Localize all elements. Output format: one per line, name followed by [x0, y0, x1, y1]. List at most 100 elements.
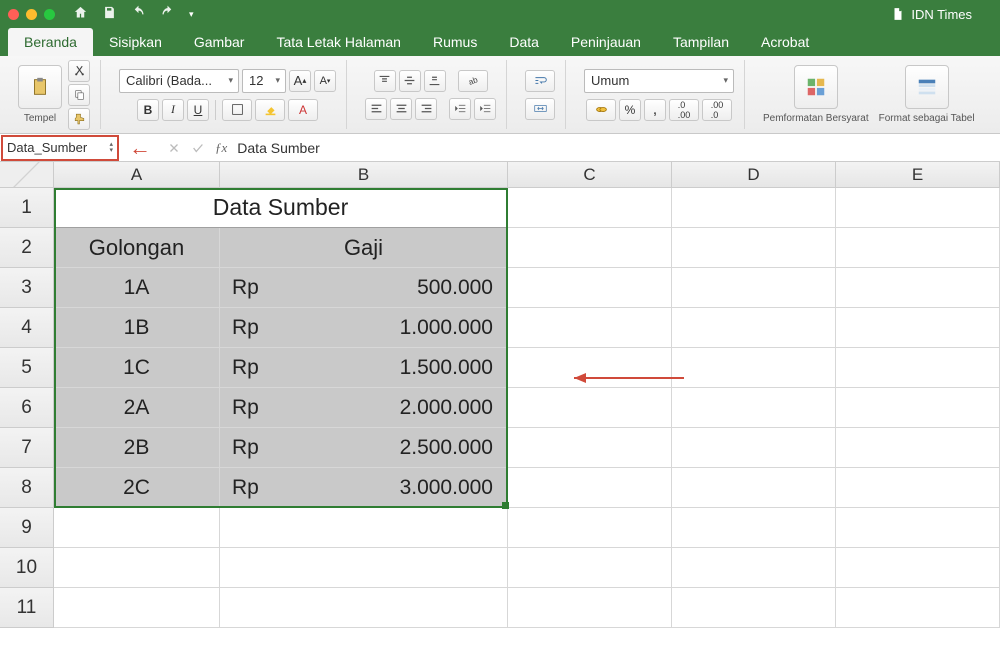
save-icon[interactable]	[102, 5, 117, 23]
row-header-10[interactable]: 10	[0, 548, 54, 588]
cell-b9[interactable]	[220, 508, 508, 548]
comma-button[interactable]: ,	[644, 99, 666, 121]
cell-c5[interactable]	[508, 348, 672, 388]
cell-b4[interactable]: Rp1.000.000	[220, 308, 508, 348]
cell-b3[interactable]: Rp500.000	[220, 268, 508, 308]
col-header-a[interactable]: A	[54, 162, 220, 187]
row-header-4[interactable]: 4	[0, 308, 54, 348]
formula-input[interactable]: Data Sumber	[237, 140, 319, 156]
cut-button[interactable]	[68, 60, 90, 82]
window-controls[interactable]	[8, 9, 55, 20]
row-header-2[interactable]: 2	[0, 228, 54, 268]
format-painter-button[interactable]	[68, 108, 90, 130]
align-bottom-button[interactable]	[424, 70, 446, 92]
cell-a2[interactable]: Golongan	[54, 228, 220, 268]
tab-acrobat[interactable]: Acrobat	[745, 28, 825, 56]
orientation-button[interactable]: ab	[458, 70, 488, 92]
cell-e7[interactable]	[836, 428, 1000, 468]
cell-b5[interactable]: Rp1.500.000	[220, 348, 508, 388]
copy-button[interactable]	[68, 84, 90, 106]
cell-a4[interactable]: 1B	[54, 308, 220, 348]
row-header-8[interactable]: 8	[0, 468, 54, 508]
row-header-1[interactable]: 1	[0, 188, 54, 228]
cell-d4[interactable]	[672, 308, 836, 348]
cell-e5[interactable]	[836, 348, 1000, 388]
cell-b11[interactable]	[220, 588, 508, 628]
currency-button[interactable]	[586, 99, 616, 121]
percent-button[interactable]: %	[619, 99, 641, 121]
tab-rumus[interactable]: Rumus	[417, 28, 493, 56]
cell-a1-b1-merged[interactable]: Data Sumber	[54, 188, 508, 228]
cell-a6[interactable]: 2A	[54, 388, 220, 428]
cell-e10[interactable]	[836, 548, 1000, 588]
number-format-combo[interactable]: Umum	[584, 69, 734, 93]
confirm-icon[interactable]	[191, 141, 205, 155]
align-left-button[interactable]	[365, 98, 387, 120]
fill-color-button[interactable]	[255, 99, 285, 121]
decrease-decimal-button[interactable]: .00.0	[702, 99, 732, 121]
align-top-button[interactable]	[374, 70, 396, 92]
decrease-font-button[interactable]: A▾	[314, 70, 336, 92]
row-header-9[interactable]: 9	[0, 508, 54, 548]
tab-data[interactable]: Data	[493, 28, 555, 56]
cell-c6[interactable]	[508, 388, 672, 428]
col-header-c[interactable]: C	[508, 162, 672, 187]
cell-d8[interactable]	[672, 468, 836, 508]
col-header-b[interactable]: B	[220, 162, 508, 187]
fx-icon[interactable]: ƒx	[215, 140, 227, 156]
maximize-window-icon[interactable]	[44, 9, 55, 20]
font-color-button[interactable]: A	[288, 99, 318, 121]
cell-b7[interactable]: Rp2.500.000	[220, 428, 508, 468]
cell-c11[interactable]	[508, 588, 672, 628]
home-icon[interactable]	[73, 5, 88, 23]
cell-d1[interactable]	[672, 188, 836, 228]
align-right-button[interactable]	[415, 98, 437, 120]
cell-c3[interactable]	[508, 268, 672, 308]
cell-e6[interactable]	[836, 388, 1000, 428]
decrease-indent-button[interactable]	[449, 98, 471, 120]
increase-font-button[interactable]: A▴	[289, 70, 311, 92]
cell-d7[interactable]	[672, 428, 836, 468]
cell-c2[interactable]	[508, 228, 672, 268]
cell-e2[interactable]	[836, 228, 1000, 268]
undo-icon[interactable]	[131, 5, 146, 23]
cell-a9[interactable]	[54, 508, 220, 548]
align-middle-button[interactable]	[399, 70, 421, 92]
increase-indent-button[interactable]	[474, 98, 496, 120]
name-box[interactable]: Data_Sumber ▴▾	[1, 135, 119, 161]
cell-e11[interactable]	[836, 588, 1000, 628]
increase-decimal-button[interactable]: .0.00	[669, 99, 699, 121]
cell-d2[interactable]	[672, 228, 836, 268]
conditional-formatting-button[interactable]	[794, 65, 838, 109]
cell-e3[interactable]	[836, 268, 1000, 308]
name-box-stepper[interactable]: ▴▾	[109, 142, 113, 154]
cell-a8[interactable]: 2C	[54, 468, 220, 508]
tab-tampilan[interactable]: Tampilan	[657, 28, 745, 56]
italic-button[interactable]: I	[162, 99, 184, 121]
tab-gambar[interactable]: Gambar	[178, 28, 261, 56]
cell-c8[interactable]	[508, 468, 672, 508]
wrap-text-button[interactable]	[525, 70, 555, 92]
tab-beranda[interactable]: Beranda	[8, 28, 93, 56]
row-header-11[interactable]: 11	[0, 588, 54, 628]
tab-peninjauan[interactable]: Peninjauan	[555, 28, 657, 56]
cancel-icon[interactable]	[167, 141, 181, 155]
redo-icon[interactable]	[160, 5, 175, 23]
cell-e8[interactable]	[836, 468, 1000, 508]
cell-c10[interactable]	[508, 548, 672, 588]
borders-button[interactable]	[222, 99, 252, 121]
col-header-d[interactable]: D	[672, 162, 836, 187]
cell-a11[interactable]	[54, 588, 220, 628]
cell-c4[interactable]	[508, 308, 672, 348]
cell-a3[interactable]: 1A	[54, 268, 220, 308]
cell-d5[interactable]	[672, 348, 836, 388]
tab-tata-letak[interactable]: Tata Letak Halaman	[260, 28, 417, 56]
row-header-3[interactable]: 3	[0, 268, 54, 308]
cell-c9[interactable]	[508, 508, 672, 548]
row-header-5[interactable]: 5	[0, 348, 54, 388]
font-size-combo[interactable]: 12	[242, 69, 286, 93]
cell-d10[interactable]	[672, 548, 836, 588]
cell-b6[interactable]: Rp2.000.000	[220, 388, 508, 428]
cell-d6[interactable]	[672, 388, 836, 428]
cell-b8[interactable]: Rp3.000.000	[220, 468, 508, 508]
